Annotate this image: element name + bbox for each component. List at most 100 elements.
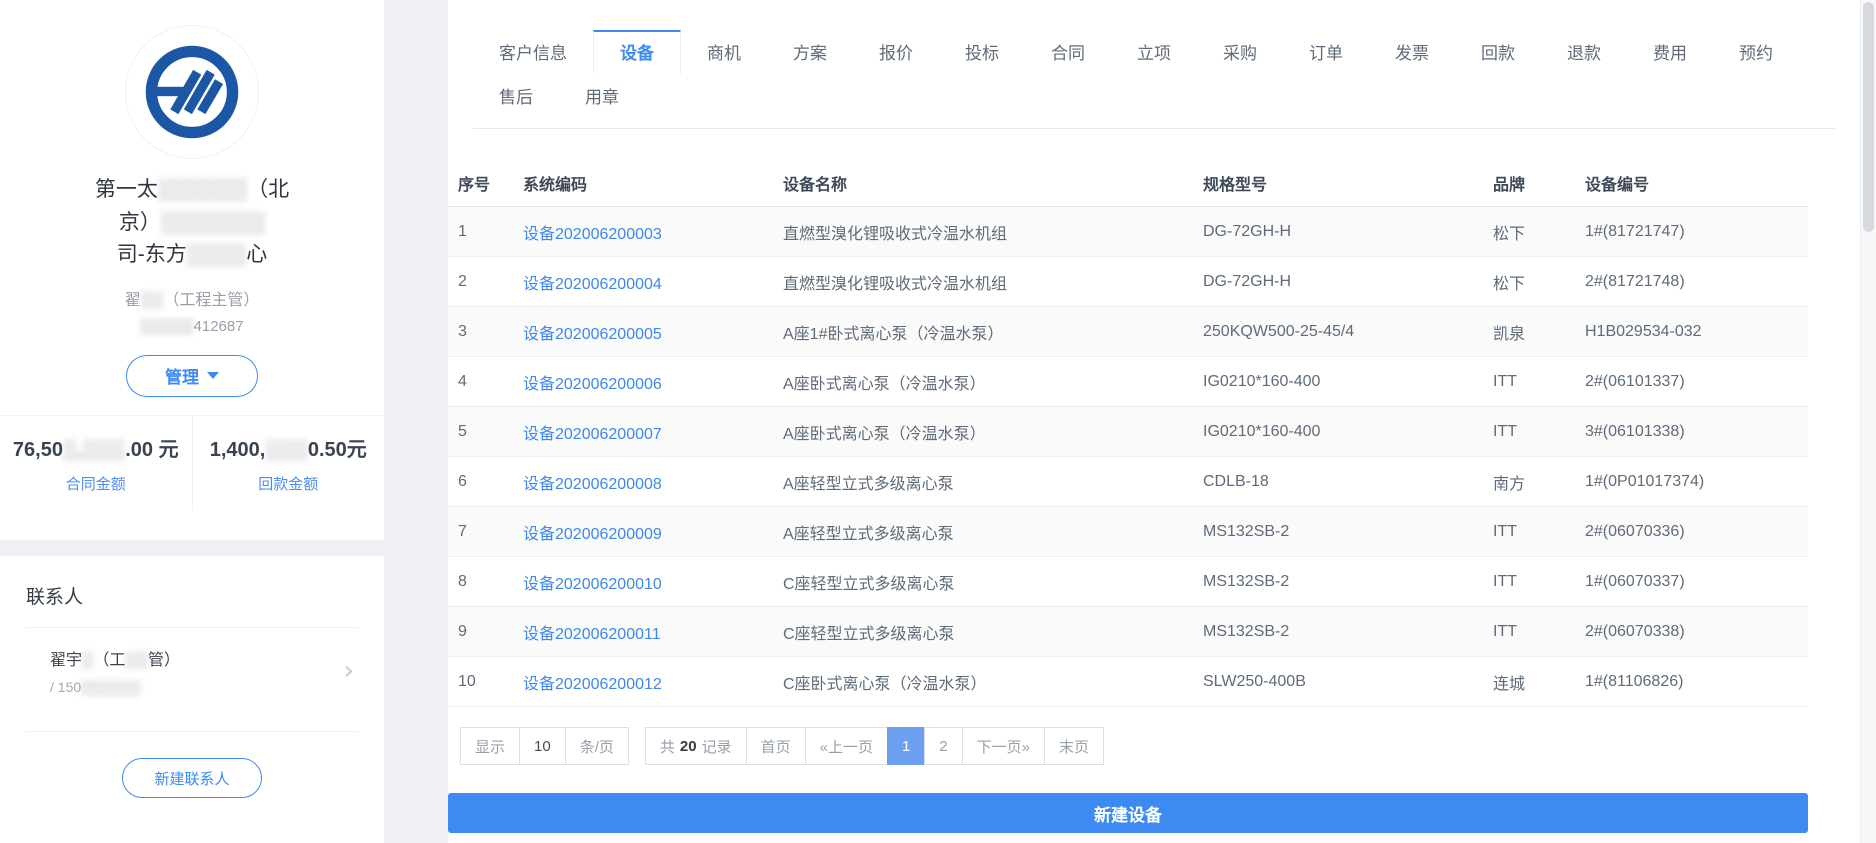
- new-device-button[interactable]: 新建设备: [448, 793, 1808, 833]
- table-body: 1 设备202006200003 直燃型溴化锂吸收式冷温水机组 DG-72GH-H 松下…: [448, 207, 1860, 707]
- cell-system-code: 设备202006200006: [523, 370, 783, 394]
- payment-amount-link[interactable]: 回款金额: [201, 473, 377, 494]
- tab-费用[interactable]: 费用: [1627, 30, 1713, 74]
- manage-button[interactable]: 管理: [126, 354, 258, 397]
- tab-回款[interactable]: 回款: [1455, 30, 1541, 74]
- cell-spec-model: MS132SB-2: [1203, 572, 1290, 590]
- text-fragment: / 150: [50, 679, 82, 695]
- cell-device-number: 1#(06070337): [1585, 572, 1685, 590]
- text-fragment: （工程主管）: [163, 291, 260, 309]
- tab-投标[interactable]: 投标: [939, 30, 1025, 74]
- prev-page-button[interactable]: «上一页: [804, 727, 888, 765]
- cell-brand: ITT: [1493, 572, 1517, 590]
- redacted-text: ▒: [82, 652, 94, 669]
- cell-system-code: 设备202006200004: [523, 270, 783, 294]
- first-page-button[interactable]: 首页: [745, 727, 806, 765]
- payment-amount-metric: 1,400,▒▒▒0.50元 回款金额: [193, 416, 385, 510]
- metrics-row: 76,50▒,▒▒▒.00 元 合同金额 1,400,▒▒▒0.50元 回款金额: [0, 414, 385, 510]
- next-page-button[interactable]: 下一页»: [961, 727, 1045, 765]
- pagination: 显示 10 条/页 共 20 记录 首页 «上一页 1 2 下一页» 末页: [460, 727, 1860, 765]
- system-code-link[interactable]: 设备202006200008: [523, 476, 662, 493]
- total-suffix: 记录: [701, 738, 732, 756]
- last-page-button[interactable]: 末页: [1043, 727, 1104, 765]
- cell-device-number: 3#(06101338): [1585, 422, 1685, 440]
- manage-button-label: 管理: [165, 368, 199, 388]
- page-button-2[interactable]: 2: [924, 727, 963, 765]
- col-index: 序号: [458, 176, 491, 194]
- text-fragment: 管）: [148, 652, 181, 669]
- table-row: 3 设备202006200005 A座1#卧式离心泵（冷温水泵） 250KQW500-…: [448, 307, 1808, 357]
- cell-system-code: 设备202006200007: [523, 420, 783, 444]
- system-code-link[interactable]: 设备202006200005: [523, 326, 662, 343]
- tab-报价[interactable]: 报价: [853, 30, 939, 74]
- system-code-link[interactable]: 设备202006200004: [523, 276, 662, 293]
- tab-方案[interactable]: 方案: [767, 30, 853, 74]
- table-row: 6 设备202006200008 A座轻型立式多级离心泵 CDLB-18 南方 1#(0P…: [448, 457, 1808, 507]
- system-code-link[interactable]: 设备202006200007: [523, 426, 662, 443]
- cell-device-name: C座轻型立式多级离心泵: [783, 625, 955, 643]
- tab-商机[interactable]: 商机: [681, 30, 767, 74]
- cell-spec-model: DG-72GH-H: [1203, 222, 1292, 240]
- table-row: 10 设备202006200012 C座卧式离心泵（冷温水泵） SLW250-400B…: [448, 657, 1808, 707]
- contract-amount-link[interactable]: 合同金额: [8, 473, 184, 494]
- text-fragment: .00 元: [125, 438, 179, 461]
- chevron-right-icon: ›: [343, 655, 354, 686]
- cell-device-number: 2#(06101337): [1585, 372, 1685, 390]
- cell-index: 1: [458, 222, 467, 240]
- page-size-input[interactable]: 10: [519, 727, 566, 765]
- cell-index: 2: [458, 272, 467, 290]
- text-fragment: 第一太: [94, 178, 158, 201]
- cell-system-code: 设备202006200009: [523, 520, 783, 544]
- total-records: 共 20 记录: [644, 727, 747, 765]
- tab-发票[interactable]: 发票: [1369, 30, 1455, 74]
- contact-name: 翟宇▒（工▒▒管）: [50, 646, 328, 670]
- page-button-1[interactable]: 1: [886, 727, 926, 765]
- system-code-link[interactable]: 设备202006200011: [523, 626, 661, 643]
- tab-售后[interactable]: 售后: [473, 74, 559, 118]
- customer-summary-card: 第一太▒▒▒▒▒▒（北 京）▒▒▒▒▒▒▒ 司-东方▒▒▒▒心 翟▒▒（工程主管） …: [0, 0, 384, 540]
- contact-phone: / 150▒▒▒▒▒▒: [50, 679, 328, 695]
- tab-客户信息[interactable]: 客户信息: [473, 30, 593, 74]
- cell-device-number: 2#(06070336): [1585, 522, 1685, 540]
- cell-system-code: 设备202006200008: [523, 470, 783, 494]
- payment-amount-value: 1,400,▒▒▒0.50元: [201, 436, 377, 465]
- tab-退款[interactable]: 退款: [1541, 30, 1627, 74]
- tab-用章[interactable]: 用章: [559, 74, 645, 118]
- company-logo-icon: [145, 45, 239, 139]
- cell-brand: 松下: [1493, 275, 1526, 293]
- vertical-scrollbar[interactable]: [1860, 0, 1876, 843]
- tab-预约[interactable]: 预约: [1713, 30, 1799, 74]
- new-contact-button[interactable]: 新建联系人: [122, 758, 262, 798]
- system-code-link[interactable]: 设备202006200006: [523, 376, 662, 393]
- tab-订单[interactable]: 订单: [1283, 30, 1369, 74]
- cell-spec-model: MS132SB-2: [1203, 522, 1290, 540]
- col-system-code: 系统编码: [523, 176, 588, 194]
- customer-logo: [126, 26, 258, 158]
- redacted-text: ▒▒▒▒▒▒: [157, 178, 248, 201]
- scrollbar-thumb[interactable]: [1863, 2, 1874, 232]
- tab-合同[interactable]: 合同: [1025, 30, 1111, 74]
- tab-设备[interactable]: 设备: [593, 30, 681, 74]
- text-fragment: 京）: [118, 210, 161, 234]
- tab-采购[interactable]: 采购: [1197, 30, 1283, 74]
- cell-device-number: 1#(81106826): [1585, 672, 1684, 690]
- cell-system-code: 设备202006200012: [523, 670, 783, 694]
- cell-spec-model: CDLB-18: [1203, 472, 1269, 490]
- contact-list-item[interactable]: 翟宇▒（工▒▒管） / 150▒▒▒▒▒▒ ›: [26, 628, 358, 713]
- cell-spec-model: IG0210*160-400: [1203, 422, 1321, 440]
- system-code-link[interactable]: 设备202006200003: [523, 226, 662, 243]
- cell-device-name: 直燃型溴化锂吸收式冷温水机组: [783, 275, 1008, 293]
- col-device-number: 设备编号: [1585, 176, 1650, 194]
- system-code-link[interactable]: 设备202006200012: [523, 676, 662, 693]
- cell-system-code: 设备202006200005: [523, 320, 783, 344]
- redacted-text: ▒▒▒: [265, 438, 308, 461]
- system-code-link[interactable]: 设备202006200009: [523, 526, 662, 543]
- cell-device-number: 1#(0P01017374): [1585, 472, 1705, 490]
- cell-device-number: 2#(81721748): [1585, 272, 1685, 290]
- per-page-label: 条/页: [564, 727, 629, 765]
- cell-brand: 凯泉: [1493, 325, 1526, 343]
- table-row: 4 设备202006200006 A座卧式离心泵（冷温水泵） IG0210*160-4…: [448, 357, 1808, 407]
- system-code-link[interactable]: 设备202006200010: [523, 576, 662, 593]
- table-row: 5 设备202006200007 A座卧式离心泵（冷温水泵） IG0210*160-4…: [448, 407, 1808, 457]
- tab-立项[interactable]: 立项: [1111, 30, 1197, 74]
